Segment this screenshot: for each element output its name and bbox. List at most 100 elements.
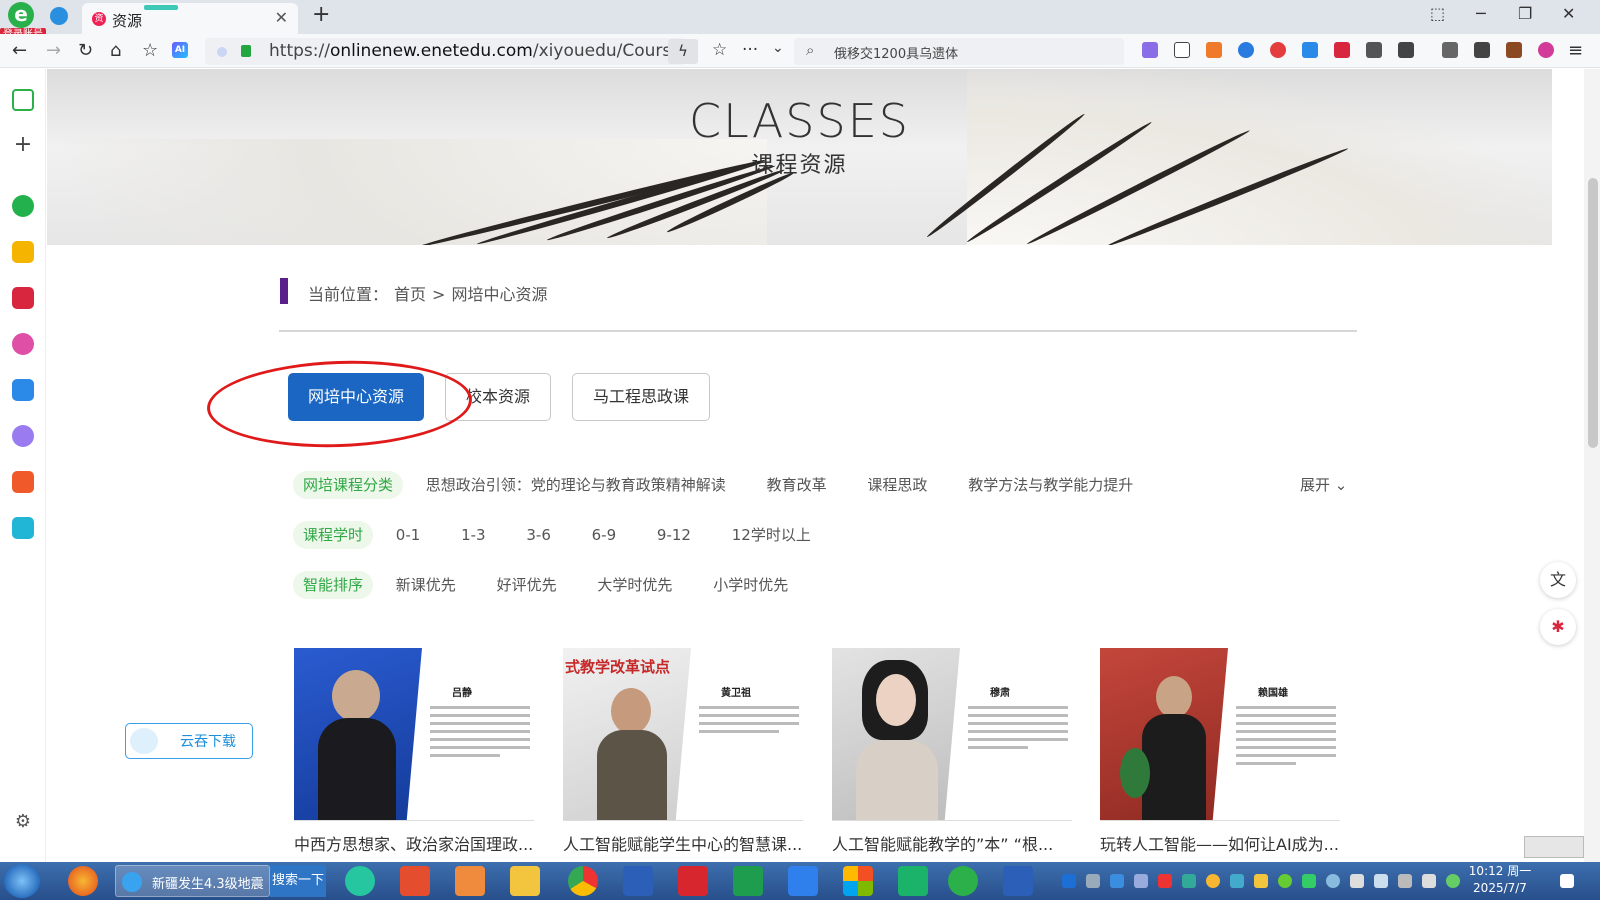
tray-icon[interactable] — [1254, 874, 1268, 888]
filter-option[interactable]: 1-3 — [461, 521, 486, 549]
network-ext-icon[interactable] — [1334, 42, 1350, 58]
filter-option[interactable]: 思想政治引领：党的理论与教育政策精神解读 — [426, 471, 726, 499]
briefcase-icon[interactable] — [1506, 42, 1522, 58]
tray-icon[interactable] — [1278, 874, 1292, 888]
sidebar-ai-icon[interactable] — [12, 379, 34, 401]
taskbar-office-icon[interactable] — [843, 866, 873, 896]
tray-icon[interactable] — [1374, 874, 1388, 888]
ai-assistant-icon[interactable]: AI — [172, 42, 188, 58]
filter-option[interactable]: 9-12 — [657, 521, 691, 549]
magnifier-ext-icon[interactable] — [1238, 42, 1254, 58]
tab-close-icon[interactable]: ✕ — [275, 8, 288, 27]
sidebar-home-icon[interactable] — [12, 89, 34, 111]
extensions-puzzle-icon[interactable] — [1398, 42, 1414, 58]
sidebar-add-icon[interactable]: + — [12, 134, 34, 157]
bookmark-star-icon[interactable]: ☆ — [712, 40, 727, 60]
taskbar-app-icon[interactable] — [68, 866, 98, 896]
site-info-icon[interactable] — [217, 47, 227, 57]
download-icon[interactable] — [1442, 42, 1458, 58]
back-icon[interactable]: ← — [12, 40, 27, 61]
tray-icon[interactable] — [1062, 874, 1076, 888]
translate-icon[interactable]: 文 — [1540, 562, 1576, 598]
course-card[interactable]: 吕静 中西方思想家、政治家治国理政... — [294, 648, 534, 863]
filter-option[interactable]: 3-6 — [526, 521, 551, 549]
filter-option[interactable]: 课程思政 — [867, 471, 927, 499]
course-thumbnail[interactable]: 赖国雄 — [1100, 648, 1340, 821]
filter-option[interactable]: 6-9 — [592, 521, 617, 549]
network-float-icon[interactable]: ✱ — [1540, 609, 1576, 645]
translate-ext-icon[interactable] — [1142, 42, 1158, 58]
tray-icon[interactable] — [1158, 874, 1172, 888]
url-text[interactable]: https://onlinenew.enetedu.com/xiyouedu/C… — [269, 41, 692, 61]
browser-logo-icon[interactable]: e — [8, 2, 34, 28]
course-title[interactable]: 人工智能赋能教学的”本” “根... — [832, 831, 1072, 855]
taskbar-word-doc-icon[interactable] — [1003, 866, 1033, 896]
filter-option[interactable]: 12学时以上 — [732, 521, 811, 549]
tray-icon[interactable] — [1230, 874, 1244, 888]
secure-lock-icon[interactable] — [241, 45, 251, 57]
sidebar-game-icon[interactable] — [12, 471, 34, 493]
sidebar-settings-icon[interactable]: ⚙ — [12, 811, 34, 833]
scrollbar-thumb[interactable] — [1588, 178, 1598, 448]
breadcrumb-home-link[interactable]: 首页 — [394, 285, 426, 304]
tray-wechat-icon[interactable] — [1302, 874, 1316, 888]
course-title[interactable]: 中西方思想家、政治家治国理政... — [294, 831, 534, 855]
new-tab-icon[interactable]: + — [312, 2, 330, 27]
filter-option[interactable]: 教育改革 — [767, 471, 827, 499]
taskbar-wps-icon[interactable] — [678, 866, 708, 896]
address-bar[interactable]: https://onlinenew.enetedu.com/xiyouedu/C… — [205, 38, 692, 65]
taskbar-clock[interactable]: 10:12 周一 2025/7/7 — [1468, 863, 1532, 897]
taskbar-word-icon[interactable] — [623, 866, 653, 896]
more-icon[interactable]: ··· — [742, 40, 758, 60]
ime-toolbar[interactable] — [1524, 836, 1584, 858]
weibo-icon[interactable] — [1270, 42, 1286, 58]
taskbar-browser-icon[interactable] — [948, 866, 978, 896]
user-avatar-icon[interactable] — [1538, 42, 1554, 58]
reload-icon[interactable]: ↻ — [78, 40, 93, 61]
minimize-icon[interactable]: ─ — [1476, 4, 1486, 23]
sidebar-ai-chat-icon[interactable] — [12, 333, 34, 355]
tray-icon[interactable] — [1182, 874, 1196, 888]
tray-icon[interactable] — [1110, 874, 1124, 888]
course-card[interactable]: 赖国雄 玩转人工智能——如何让AI成为... — [1100, 648, 1340, 863]
tray-icon[interactable] — [1134, 874, 1148, 888]
filter-option[interactable]: 0-1 — [396, 521, 421, 549]
shirt-skin-icon[interactable]: ⬚ — [1430, 4, 1445, 23]
screenshot-icon[interactable] — [1366, 42, 1382, 58]
favorites-icon[interactable]: ☆ — [142, 40, 158, 61]
undo-icon[interactable] — [1474, 42, 1490, 58]
search-box[interactable]: ⌕ 俄移交1200具乌遗体 — [794, 38, 1124, 65]
course-card[interactable]: 式教学改革试点 黄卫祖 人工智能赋能学生中心的智慧课... — [563, 648, 803, 863]
tray-icon[interactable] — [1422, 874, 1436, 888]
mail-icon[interactable] — [1302, 42, 1318, 58]
filter-option[interactable]: 教学方法与教学能力提升 — [968, 471, 1133, 499]
course-title[interactable]: 玩转人工智能——如何让AI成为... — [1100, 831, 1340, 855]
sidebar-star-icon[interactable] — [12, 241, 34, 263]
tray-icon[interactable] — [1086, 874, 1100, 888]
tab-resource[interactable]: 资 资源 ✕ — [82, 3, 298, 34]
close-window-icon[interactable]: ✕ — [1562, 4, 1575, 23]
course-title[interactable]: 人工智能赋能学生中心的智慧课... — [563, 831, 803, 855]
tab-marxism-course[interactable]: 马工程思政课 — [572, 373, 710, 421]
sidebar-bot-icon[interactable] — [12, 425, 34, 447]
expand-filters-button[interactable]: 展开 ⌄ — [1300, 474, 1347, 495]
taskbar-pdf-reader-icon[interactable] — [898, 866, 928, 896]
tray-icon[interactable] — [1206, 874, 1220, 888]
game-ext-icon[interactable] — [1206, 42, 1222, 58]
sidebar-link-icon[interactable] — [12, 195, 34, 217]
taskbar-folder-icon[interactable] — [510, 866, 540, 896]
home-icon[interactable]: ⌂ — [110, 40, 121, 61]
tray-network-icon[interactable] — [1326, 874, 1340, 888]
taskbar-app-icon[interactable] — [400, 866, 430, 896]
sort-option[interactable]: 小学时优先 — [713, 571, 788, 599]
start-button[interactable] — [4, 864, 40, 898]
telegram-icon[interactable] — [50, 7, 68, 25]
course-card[interactable]: 穆肃 人工智能赋能教学的”本” “根... — [832, 648, 1072, 863]
taskbar-chrome-icon[interactable] — [568, 866, 598, 896]
speed-mode-icon[interactable]: ϟ — [668, 39, 698, 64]
taskbar-window-button[interactable]: 新疆发生4.3级地震 — [115, 865, 270, 897]
sidebar-network-icon[interactable] — [12, 287, 34, 309]
sidebar-tools-icon[interactable] — [12, 517, 34, 539]
menu-icon[interactable]: ≡ — [1568, 40, 1583, 61]
search-suggestion[interactable]: 俄移交1200具乌遗体 — [834, 43, 958, 62]
